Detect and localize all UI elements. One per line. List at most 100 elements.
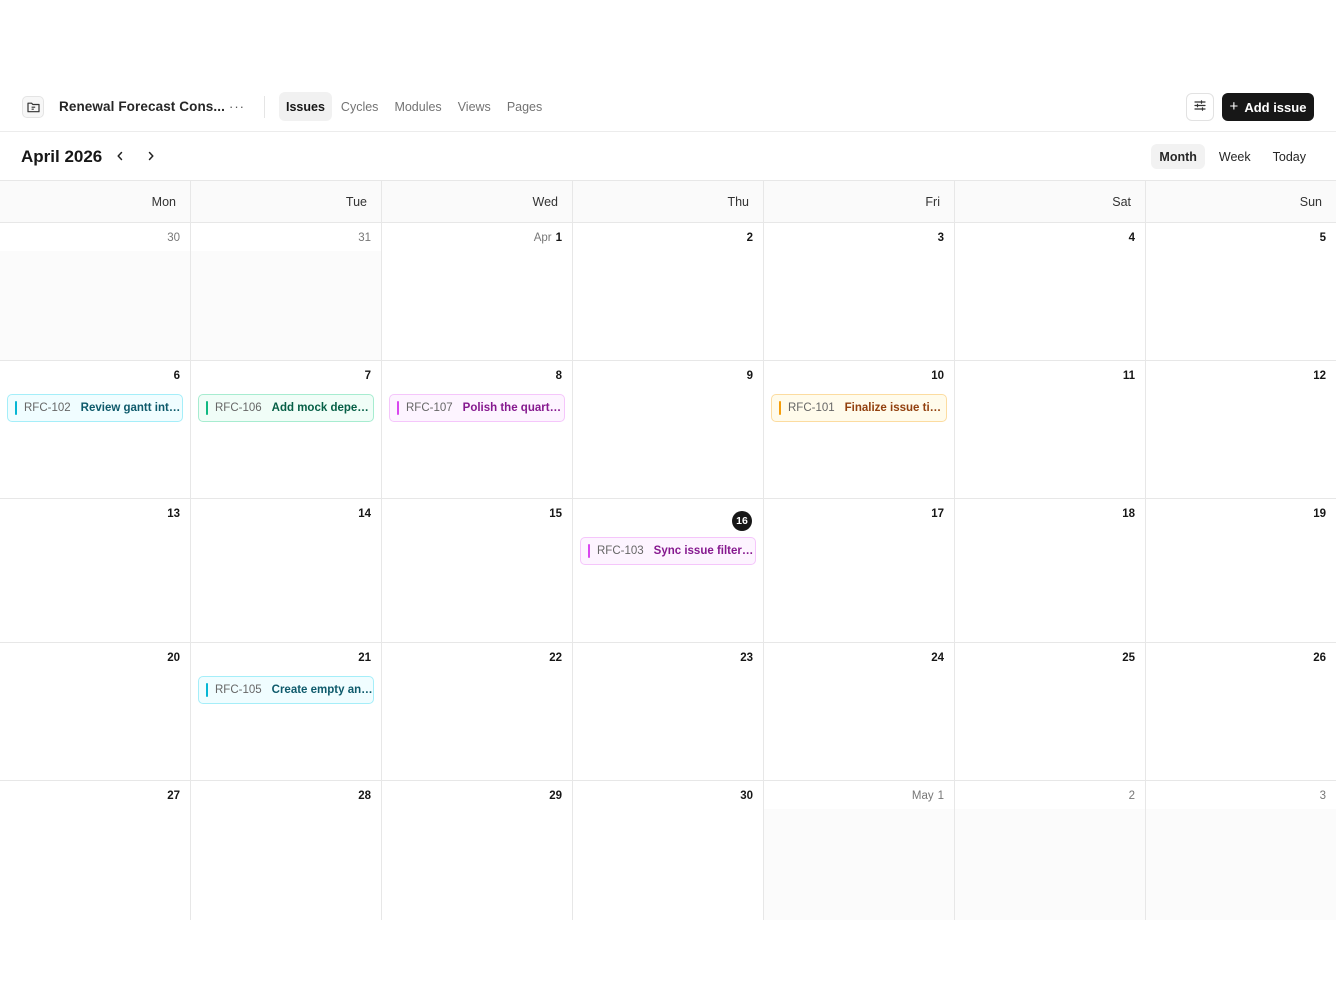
day-number: 17 xyxy=(931,508,944,520)
weekday-fri: Fri xyxy=(764,181,955,222)
calendar-day-cell[interactable]: 3 xyxy=(764,223,955,360)
day-number: 22 xyxy=(549,652,562,664)
day-number: 26 xyxy=(1313,652,1326,664)
calendar-day-cell[interactable]: 31 xyxy=(191,223,382,360)
calendar-day-cell[interactable]: 2 xyxy=(573,223,764,360)
day-number: 20 xyxy=(167,652,180,664)
view-week-button[interactable]: Week xyxy=(1211,144,1259,169)
header-divider xyxy=(264,96,265,118)
tab-cycles[interactable]: Cycles xyxy=(334,92,386,121)
weekday-tue: Tue xyxy=(191,181,382,222)
calendar-day-cell[interactable]: 16 RFC-103 Sync issue filters ... xyxy=(573,499,764,642)
day-number: 15 xyxy=(549,508,562,520)
calendar-day-cell[interactable]: 13 xyxy=(0,499,191,642)
tab-issues[interactable]: Issues xyxy=(279,92,332,121)
calendar-day-cell[interactable]: 25 xyxy=(955,643,1146,780)
calendar-day-cell[interactable]: 2 xyxy=(955,781,1146,920)
day-number-value: 1 xyxy=(937,790,944,802)
calendar-day-cell[interactable]: 22 xyxy=(382,643,573,780)
day-number-value: 30 xyxy=(167,232,180,244)
day-number-value: 18 xyxy=(1122,508,1135,520)
issue-card[interactable]: RFC-106 Add mock depen... xyxy=(198,394,374,422)
calendar-week-row: 13 14 15 16 RFC-103 Sync issue filters ... 17 1… xyxy=(0,499,1336,643)
previous-month-button[interactable] xyxy=(109,146,131,168)
issue-title: Polish the quarter... xyxy=(462,402,564,414)
calendar-day-cell[interactable]: 21 RFC-105 Create empty and... xyxy=(191,643,382,780)
issue-title: Create empty and... xyxy=(271,684,373,696)
calendar-header: April 2026 Month Week Today xyxy=(0,133,1336,180)
calendar-day-cell[interactable]: 30 xyxy=(573,781,764,920)
calendar-day-cell[interactable]: 8 RFC-107 Polish the quarter... xyxy=(382,361,573,498)
day-number: 30 xyxy=(167,232,180,244)
weekday-sun: Sun xyxy=(1299,195,1322,209)
more-options-button[interactable]: ··· xyxy=(226,95,248,117)
day-number-value: 29 xyxy=(549,790,562,802)
issue-card[interactable]: RFC-105 Create empty and... xyxy=(198,676,374,704)
project-header: Renewal Forecast Cons... ··· Issues Cycle… xyxy=(0,84,1336,132)
day-number: 8 xyxy=(556,370,562,382)
calendar-day-cell[interactable]: 20 xyxy=(0,643,191,780)
issue-state-bar xyxy=(779,401,781,415)
calendar-day-cell[interactable]: 11 xyxy=(955,361,1146,498)
issue-card[interactable]: RFC-103 Sync issue filters ... xyxy=(580,537,756,565)
issue-card[interactable]: RFC-107 Polish the quarter... xyxy=(389,394,565,422)
day-number-value: 25 xyxy=(1122,652,1135,664)
calendar-day-cell[interactable]: 24 xyxy=(764,643,955,780)
month-label: Apr xyxy=(533,232,552,244)
calendar-grid: 30 31 Apr 1 2 3 4 5 6 RFC-102 Review gantt inter..… xyxy=(0,223,1336,920)
calendar-day-cell[interactable]: 6 RFC-102 Review gantt inter... xyxy=(0,361,191,498)
issue-title: Add mock depen... xyxy=(271,402,373,414)
tab-pages[interactable]: Pages xyxy=(500,92,549,121)
project-folder-icon[interactable] xyxy=(22,96,44,118)
calendar-day-cell[interactable]: 18 xyxy=(955,499,1146,642)
day-number: 9 xyxy=(747,370,753,382)
view-today-button[interactable]: Today xyxy=(1265,144,1314,169)
issue-card[interactable]: RFC-101 Finalize issue time... xyxy=(771,394,947,422)
day-number: 7 xyxy=(365,370,371,382)
calendar-day-cell[interactable]: Apr 1 xyxy=(382,223,573,360)
day-number-value: 30 xyxy=(740,790,753,802)
add-issue-button[interactable]: + Add issue xyxy=(1222,93,1314,121)
project-name[interactable]: Renewal Forecast Cons... xyxy=(59,99,225,114)
calendar-day-cell[interactable]: 7 RFC-106 Add mock depen... xyxy=(191,361,382,498)
calendar-day-cell[interactable]: 23 xyxy=(573,643,764,780)
calendar-day-cell[interactable]: 9 xyxy=(573,361,764,498)
issue-key: RFC-102 xyxy=(24,402,71,414)
day-number: 10 xyxy=(931,370,944,382)
display-filters-button[interactable] xyxy=(1186,93,1214,121)
issue-card[interactable]: RFC-102 Review gantt inter... xyxy=(7,394,183,422)
weekday-wed: Wed xyxy=(382,181,573,222)
calendar-day-cell[interactable]: 26 xyxy=(1146,643,1336,780)
calendar-day-cell[interactable]: 12 xyxy=(1146,361,1336,498)
calendar-day-cell[interactable]: 17 xyxy=(764,499,955,642)
day-number: 30 xyxy=(740,790,753,802)
calendar-day-cell[interactable]: 10 RFC-101 Finalize issue time... xyxy=(764,361,955,498)
calendar-day-cell[interactable]: 4 xyxy=(955,223,1146,360)
day-number-value: 31 xyxy=(358,232,371,244)
tab-views[interactable]: Views xyxy=(451,92,498,121)
issue-state-bar xyxy=(588,544,590,558)
calendar-week-row: 20 21 RFC-105 Create empty and... 22 23 24 25 26 xyxy=(0,643,1336,781)
issue-state-bar xyxy=(397,401,399,415)
calendar-day-cell[interactable]: 28 xyxy=(191,781,382,920)
today-marker: 16 xyxy=(732,511,752,531)
issue-key: RFC-107 xyxy=(406,402,453,414)
next-month-button[interactable] xyxy=(140,146,162,168)
tab-modules[interactable]: Modules xyxy=(387,92,448,121)
calendar-day-cell[interactable]: 15 xyxy=(382,499,573,642)
day-number: 4 xyxy=(1129,232,1135,244)
calendar-day-cell[interactable]: May 1 xyxy=(764,781,955,920)
view-month-button[interactable]: Month xyxy=(1151,144,1205,169)
calendar-day-cell[interactable]: 3 xyxy=(1146,781,1336,920)
calendar-day-cell[interactable]: 27 xyxy=(0,781,191,920)
day-number-value: 27 xyxy=(167,790,180,802)
calendar-day-cell[interactable]: 29 xyxy=(382,781,573,920)
calendar-day-cell[interactable]: 14 xyxy=(191,499,382,642)
calendar-day-cell[interactable]: 30 xyxy=(0,223,191,360)
day-number-value: 21 xyxy=(358,652,371,664)
day-number: Apr 1 xyxy=(534,232,562,244)
calendar-day-cell[interactable]: 5 xyxy=(1146,223,1336,360)
calendar-day-cell[interactable]: 19 xyxy=(1146,499,1336,642)
add-issue-label: Add issue xyxy=(1244,99,1307,115)
day-number-value: 13 xyxy=(167,508,180,520)
